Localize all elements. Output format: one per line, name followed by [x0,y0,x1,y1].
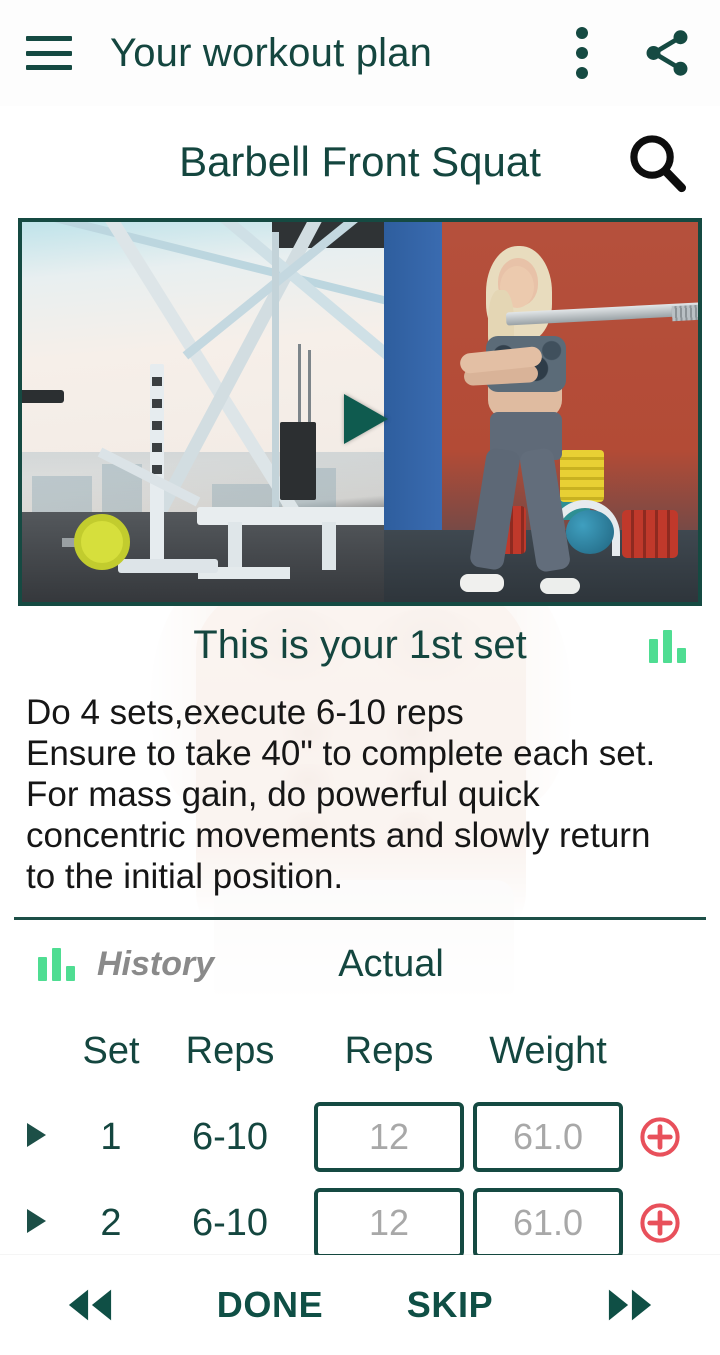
app-screen: Your workout plan Barbell Front Squat Th… [0,0,720,1355]
weight-bench [197,507,384,525]
rack-base [118,559,218,573]
cell-set-number: 2 [100,1201,122,1244]
exercise-video[interactable] [18,218,702,606]
instructions-text: Do 4 sets,execute 6-10 reps Ensure to ta… [26,693,656,896]
set-heading-row: This is your 1st set [0,606,720,684]
cell-history-reps: 6-10 [191,1201,269,1244]
done-label: DONE [216,1284,324,1325]
play-triangle-icon[interactable] [344,394,388,444]
column-header-weight: Weight [489,1029,607,1072]
cell-add [628,1115,714,1159]
column-header-actual-reps: Reps [344,1029,434,1072]
search-icon[interactable] [624,129,690,195]
rewind-double-arrow-icon [68,1289,112,1321]
add-circle-icon[interactable] [638,1115,682,1159]
bottom-action-bar: DONE SKIP [0,1255,720,1355]
machine-cable [298,344,301,424]
barbell-sleeve [671,303,698,322]
add-circle-icon[interactable] [638,1201,682,1245]
column-header-set: Set [82,1029,140,1072]
expand-caret-icon[interactable] [26,1122,46,1147]
sets-table: Set Reps Reps Weight 1 6-10 12 61.0 2 6-… [0,1008,720,1274]
video-right-scene [383,222,698,602]
yellow-weight-plate [74,514,130,570]
exercise-header: Barbell Front Squat [0,106,720,218]
red-weight-plates [621,510,678,558]
reps-input[interactable]: 12 [314,1102,464,1172]
chart-bar [649,639,658,663]
exercise-name: Barbell Front Squat [179,138,541,185]
bar-chart-bars [649,630,686,663]
weight-input[interactable]: 61.0 [473,1188,623,1258]
left-shoe [459,574,504,592]
left-leg [468,447,521,571]
cell-add [628,1201,714,1245]
chart-bar [677,648,686,663]
expand-caret-icon[interactable] [26,1208,46,1233]
weight-input[interactable]: 61.0 [473,1102,623,1172]
share-icon[interactable] [640,26,694,80]
hamburger-line [26,65,72,70]
table-row[interactable]: 2 6-10 12 61.0 [0,1180,720,1266]
cell-weight: 61.0 [468,1188,628,1258]
bench-leg [322,522,336,570]
window-mullion [272,232,279,532]
bar-chart-icon[interactable] [649,627,686,663]
cell-set-number: 1 [100,1115,122,1158]
machine-cable [308,350,311,424]
wall-bar [22,390,64,403]
row-expand-cell[interactable] [0,1122,72,1152]
cell-actual-reps: 12 [310,1188,468,1258]
table-header-row: Set Reps Reps Weight [0,1008,720,1094]
kebab-menu-icon[interactable] [576,27,588,79]
page-title: Your workout plan [110,30,433,75]
right-leg [518,447,571,573]
kebab-dot [576,47,588,59]
cell-actual-reps: 12 [310,1102,468,1172]
table-row[interactable]: 1 6-10 12 61.0 [0,1094,720,1180]
kebab-dot [576,67,588,79]
video-left-scene [22,222,384,602]
history-actual-row: History Actual [0,920,720,1008]
cell-history-reps: 6-10 [191,1115,269,1158]
app-bar: Your workout plan [0,0,720,106]
forward-double-arrow-icon [608,1289,652,1321]
hamburger-menu-icon[interactable] [26,36,72,70]
next-exercise-button[interactable] [540,1282,720,1328]
hamburger-line [26,50,72,56]
reps-input[interactable]: 12 [314,1188,464,1258]
row-expand-cell[interactable] [0,1208,72,1238]
chart-bar [663,630,672,663]
athlete-figure [436,244,698,594]
weight-stack [280,422,316,500]
table-body: 1 6-10 12 61.0 2 6-10 12 61.0 [0,1094,720,1274]
previous-exercise-button[interactable] [0,1282,180,1328]
set-heading: This is your 1st set [193,622,527,667]
skip-label: SKIP [406,1284,494,1325]
done-button[interactable]: DONE [180,1284,360,1326]
hamburger-line [26,36,72,41]
actual-label: Actual [338,942,444,985]
cell-weight: 61.0 [468,1102,628,1172]
right-shoe [539,578,580,594]
column-header-history-reps: Reps [185,1029,275,1072]
kebab-dot [576,27,588,39]
rack-holes [152,377,162,477]
skip-button[interactable]: SKIP [360,1284,540,1326]
